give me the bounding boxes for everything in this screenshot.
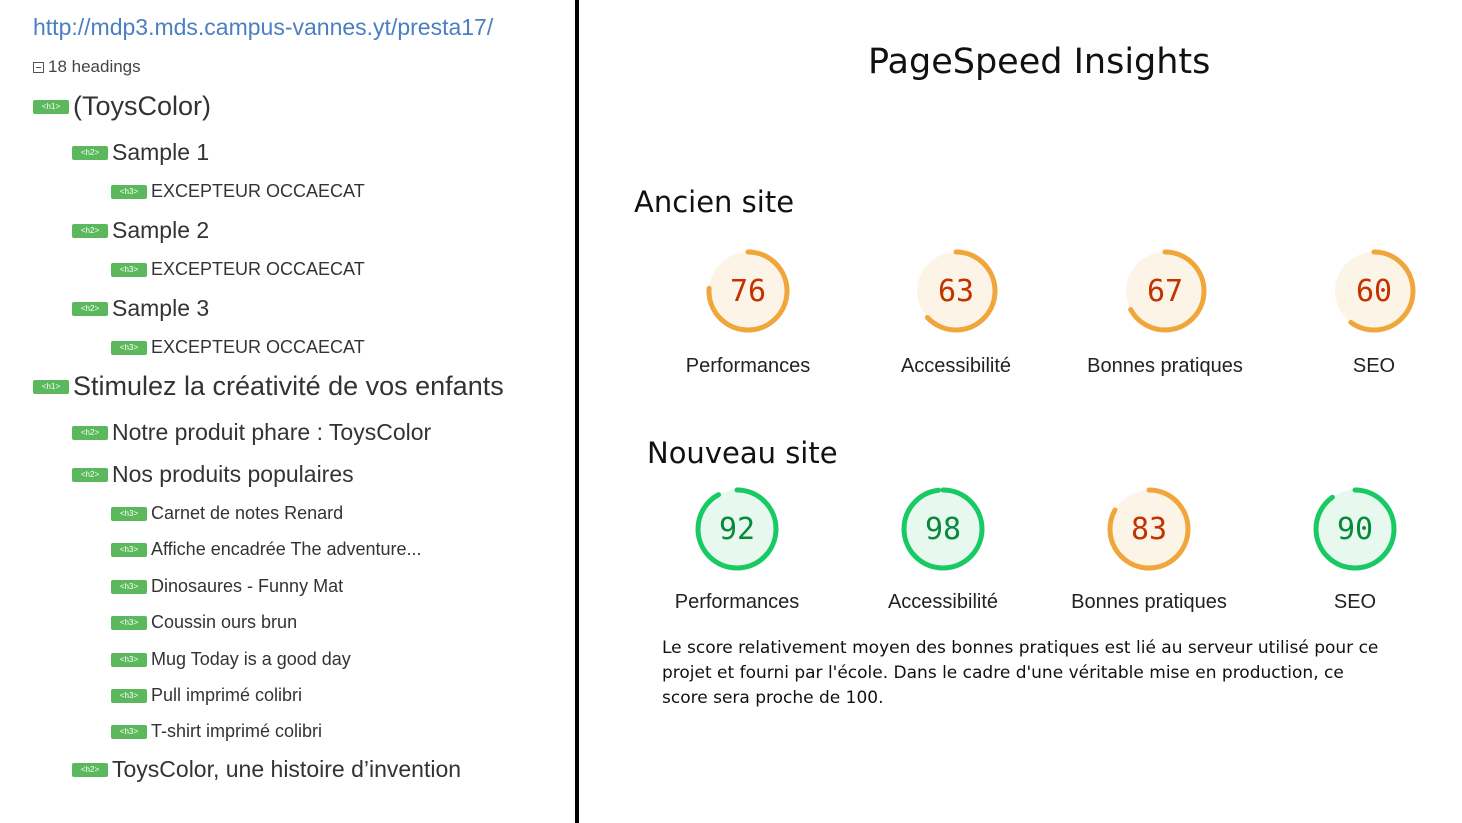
gauge-score: 92 [718, 511, 756, 547]
heading-text: EXCEPTEUR OCCAECAT [151, 259, 365, 279]
h3-tag-icon: <h3> [111, 724, 147, 739]
heading-text: Pull imprimé colibri [151, 685, 303, 705]
heading-text: Sample 3 [112, 295, 210, 321]
heading-text: Sample 1 [112, 139, 210, 165]
heading-row[interactable]: <h2> Sample 2 [72, 217, 209, 244]
heading-text: EXCEPTEUR OCCAECAT [151, 337, 365, 357]
heading-text: Carnet de notes Renard [151, 503, 344, 523]
gauge-score: 90 [1336, 511, 1374, 547]
heading-row[interactable]: <h3> Mug Today is a good day [111, 649, 351, 670]
h1-tag-icon: <h1> [33, 99, 69, 114]
heading-row[interactable]: <h2> Notre produit phare : ToysColor [72, 419, 431, 446]
gauge-label: Accessibilité [900, 355, 1012, 377]
gauge-label: Bonnes pratiques [1087, 355, 1243, 377]
collapse-icon[interactable] [33, 61, 44, 73]
gauge-label: Performances [685, 355, 811, 377]
h2-tag-icon: <h2> [72, 223, 108, 238]
panel-divider [575, 0, 579, 823]
heading-row[interactable]: <h3> T-shirt imprimé colibri [111, 721, 322, 742]
heading-text: Sample 2 [112, 217, 210, 243]
heading-row[interactable]: <h3> Affiche encadrée The adventure... [111, 539, 422, 560]
heading-row[interactable]: <h3> EXCEPTEUR OCCAECAT [111, 337, 365, 358]
heading-row[interactable]: <h3> Coussin ours brun [111, 612, 297, 633]
gauge-score: 63 [937, 273, 975, 309]
headings-count-toggle[interactable]: 18 headings [33, 57, 141, 77]
heading-row[interactable]: <h3> EXCEPTEUR OCCAECAT [111, 259, 365, 280]
gauge-score: 60 [1355, 273, 1393, 309]
heading-row[interactable]: <h2> Sample 3 [72, 295, 209, 322]
explanation-note: Le score relativement moyen des bonnes p… [662, 638, 1379, 708]
h3-tag-icon: <h3> [111, 615, 147, 630]
gauge-new-best-practices: 83 [1106, 486, 1192, 572]
h3-tag-icon: <h3> [111, 579, 147, 594]
gauge-score: 98 [924, 511, 962, 547]
h3-tag-icon: <h3> [111, 688, 147, 703]
gauge-new-accessibility: 98 [900, 486, 986, 572]
h2-tag-icon: <h2> [72, 301, 108, 316]
h3-tag-icon: <h3> [111, 506, 147, 521]
gauge-new-performance: 92 [694, 486, 780, 572]
psi-title: PageSpeed Insights [868, 42, 1211, 82]
page-url-link[interactable]: http://mdp3.mds.campus-vannes.yt/presta1… [33, 14, 493, 41]
heading-row[interactable]: <h2> ToysColor, une histoire d’invention [72, 756, 461, 783]
h2-tag-icon: <h2> [72, 467, 108, 482]
heading-text: Nos produits populaires [112, 461, 354, 487]
heading-row[interactable]: <h2> Sample 1 [72, 139, 209, 166]
heading-text: Dinosaures - Funny Mat [151, 576, 344, 596]
h2-tag-icon: <h2> [72, 425, 108, 440]
heading-text: Mug Today is a good day [151, 649, 351, 669]
h1-tag-icon: <h1> [33, 379, 69, 394]
gauge-label: Bonnes pratiques [1071, 591, 1227, 613]
h3-tag-icon: <h3> [111, 542, 147, 557]
h2-tag-icon: <h2> [72, 145, 108, 160]
gauge-old-seo: 60 [1331, 248, 1417, 334]
gauge-score: 76 [729, 273, 767, 309]
heading-text: T-shirt imprimé colibri [151, 721, 323, 741]
heading-row[interactable]: <h2> Nos produits populaires [72, 461, 354, 488]
h3-tag-icon: <h3> [111, 184, 147, 199]
section-title-old-site: Ancien site [634, 185, 795, 219]
h2-tag-icon: <h2> [72, 762, 108, 777]
heading-row[interactable]: <h1> Stimulez la créativité de vos enfan… [33, 371, 504, 402]
h3-tag-icon: <h3> [111, 340, 147, 355]
heading-text: Affiche encadrée The adventure... [151, 539, 422, 559]
heading-text: Stimulez la créativité de vos enfants [73, 371, 504, 401]
gauge-old-performance: 76 [705, 248, 791, 334]
h3-tag-icon: <h3> [111, 262, 147, 277]
gauge-old-best-practices: 67 [1122, 248, 1208, 334]
section-title-new-site: Nouveau site [647, 436, 838, 470]
gauge-old-accessibility: 63 [913, 248, 999, 334]
heading-text: EXCEPTEUR OCCAECAT [151, 181, 365, 201]
h3-tag-icon: <h3> [111, 652, 147, 667]
gauge-new-seo: 90 [1312, 486, 1398, 572]
heading-text: Coussin ours brun [151, 612, 298, 632]
heading-row[interactable]: <h1> (ToysColor) [33, 91, 211, 122]
heading-row[interactable]: <h3> Carnet de notes Renard [111, 503, 343, 524]
gauge-label: Performances [674, 591, 800, 613]
gauge-score: 83 [1130, 511, 1168, 547]
heading-text: (ToysColor) [73, 91, 212, 121]
heading-row[interactable]: <h3> EXCEPTEUR OCCAECAT [111, 181, 365, 202]
gauge-label: Accessibilité [887, 591, 999, 613]
headings-count-label: 18 headings [48, 57, 141, 76]
heading-text: Notre produit phare : ToysColor [112, 419, 432, 445]
gauge-label: SEO [1352, 355, 1396, 377]
gauge-label: SEO [1333, 591, 1377, 613]
gauge-score: 67 [1146, 273, 1184, 309]
headings-outline-panel: http://mdp3.mds.campus-vannes.yt/presta1… [0, 0, 575, 823]
heading-text: ToysColor, une histoire d’invention [112, 756, 462, 782]
heading-row[interactable]: <h3> Pull imprimé colibri [111, 685, 302, 706]
heading-row[interactable]: <h3> Dinosaures - Funny Mat [111, 576, 343, 597]
